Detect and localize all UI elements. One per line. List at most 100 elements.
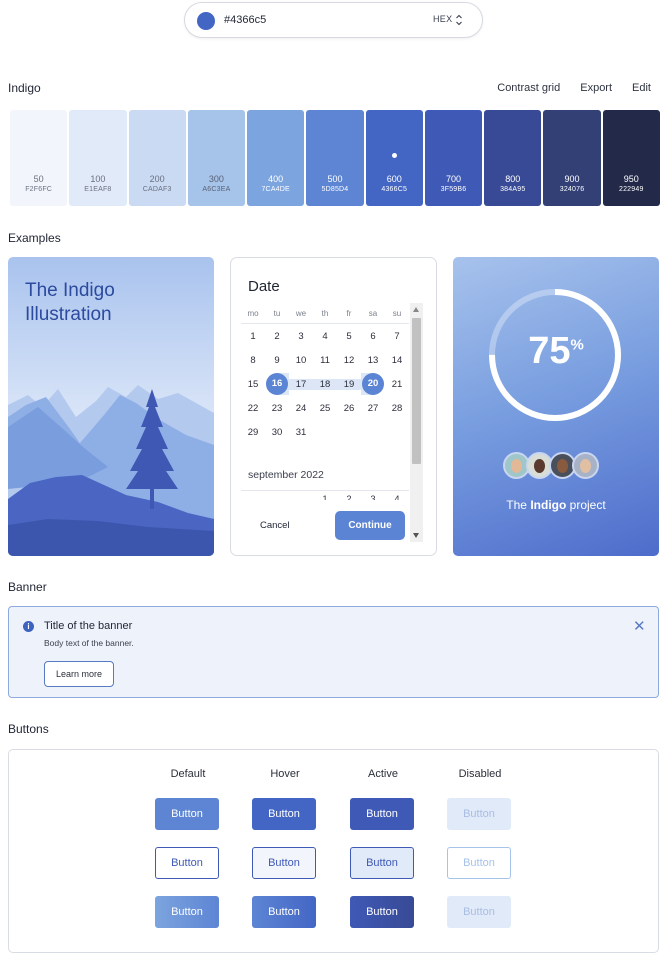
calendar-day[interactable]: 23 <box>265 403 289 414</box>
project-name: The Indigo project <box>453 498 659 512</box>
swatch-hex-code: 4366C5 <box>381 186 408 193</box>
calendar-day <box>241 494 265 500</box>
palette-swatch-600[interactable]: 600 4366C5 <box>365 110 423 206</box>
calendar-day[interactable]: 9 <box>265 355 289 366</box>
banner-body: Body text of the banner. <box>44 638 134 648</box>
calendar-day[interactable]: 15 <box>241 379 265 390</box>
palette-swatch-500[interactable]: 500 5D85D4 <box>306 110 364 206</box>
banner-title: Title of the banner <box>44 620 133 632</box>
palette-swatch-700[interactable]: 700 3F59B6 <box>424 110 483 206</box>
calendar-week-row: 1234567 <box>241 324 409 348</box>
calendar-day[interactable]: 3 <box>361 494 385 500</box>
contrast-grid-link[interactable]: Contrast grid <box>497 82 560 94</box>
illustration-title-line1: The Indigo <box>25 280 115 301</box>
chevron-up-down-icon[interactable] <box>455 13 463 27</box>
calendar-day[interactable]: 11 <box>313 355 337 366</box>
indigo-illustration: The Indigo Illustration <box>8 257 214 556</box>
scroll-up-arrow-icon[interactable] <box>413 307 419 312</box>
weekday-label: tu <box>273 308 281 318</box>
palette-title: Indigo <box>8 81 41 95</box>
range-end-day[interactable]: 20 <box>362 373 384 395</box>
hex-value-input[interactable]: #4366c5 <box>224 14 266 26</box>
palette-swatch-400[interactable]: 400 7CA4DE <box>247 110 305 206</box>
next-month-partial-row: 1234 <box>241 490 409 500</box>
calendar-day[interactable]: 27 <box>361 403 385 414</box>
palette-swatch-800[interactable]: 800 384A95 <box>484 110 542 206</box>
calendar-day[interactable]: 2 <box>265 331 289 342</box>
calendar-day <box>289 494 313 500</box>
calendar-day[interactable]: 8 <box>241 355 265 366</box>
gradient-button-hover[interactable]: Button <box>252 896 316 928</box>
calendar-scrollbar[interactable] <box>410 303 423 542</box>
palette-swatch-100[interactable]: 100 E1EAF8 <box>69 110 127 206</box>
scroll-down-arrow-icon[interactable] <box>413 533 419 538</box>
cancel-button[interactable]: Cancel <box>260 520 290 531</box>
column-label-default: Default <box>170 768 206 780</box>
swatch-shade-label: 300 <box>208 174 224 184</box>
calendar-day[interactable]: 29 <box>241 427 265 438</box>
calendar-week-row: 15 16 17 18 19 20 21 <box>241 372 409 396</box>
calendar-day[interactable]: 18 <box>313 378 337 390</box>
edit-link[interactable]: Edit <box>632 82 651 94</box>
filled-button-hover[interactable]: Button <box>252 798 316 830</box>
close-icon[interactable]: ✕ <box>633 619 646 634</box>
calendar-day[interactable]: 28 <box>385 403 409 414</box>
calendar-day[interactable]: 19 <box>337 378 361 390</box>
calendar-day[interactable]: 17 <box>289 378 313 390</box>
weekday-header: mo tu we th fr sa su <box>241 304 409 324</box>
calendar-day[interactable]: 20 <box>361 373 385 395</box>
calendar-day[interactable]: 4 <box>313 331 337 342</box>
calendar-day[interactable]: 4 <box>385 494 409 500</box>
filled-button-default[interactable]: Button <box>155 798 219 830</box>
palette-swatch-200[interactable]: 200 CADAF3 <box>128 110 186 206</box>
selected-indicator-dot <box>391 153 397 158</box>
calendar-day[interactable]: 10 <box>289 355 313 366</box>
gradient-button-default[interactable]: Button <box>155 896 219 928</box>
calendar-day[interactable]: 13 <box>361 355 385 366</box>
avatar[interactable] <box>572 452 599 479</box>
filled-button-active[interactable]: Button <box>350 798 414 830</box>
calendar-day[interactable]: 16 <box>265 373 289 395</box>
swatch-hex-code: 384A95 <box>500 186 526 193</box>
outline-button-active[interactable]: Button <box>350 847 414 879</box>
color-swatch[interactable] <box>197 12 215 30</box>
calendar-day[interactable]: 1 <box>241 331 265 342</box>
learn-more-button[interactable]: Learn more <box>44 661 114 687</box>
palette-swatch-300[interactable]: 300 A6C3EA <box>187 110 246 206</box>
date-picker-title: Date <box>248 278 280 295</box>
palette-swatch-900[interactable]: 900 324076 <box>543 110 601 206</box>
gradient-button-active[interactable]: Button <box>350 896 414 928</box>
progress-percent-sign: % <box>570 336 584 354</box>
swatch-hex-code: F2F6FC <box>25 186 53 193</box>
scrollbar-thumb[interactable] <box>412 318 421 464</box>
range-start-day[interactable]: 16 <box>266 373 288 395</box>
calendar-day[interactable]: 30 <box>265 427 289 438</box>
weekday-label: we <box>295 308 307 318</box>
swatch-hex-code: 3F59B6 <box>440 186 467 193</box>
swatch-shade-label: 700 <box>445 174 461 184</box>
color-mode-select[interactable]: HEX <box>433 14 452 24</box>
palette-swatch-50[interactable]: 50 F2F6FC <box>10 110 68 206</box>
calendar-day[interactable]: 14 <box>385 355 409 366</box>
calendar-day[interactable]: 7 <box>385 331 409 342</box>
palette-swatch-950[interactable]: 950 222949 <box>602 110 660 206</box>
column-label-disabled: Disabled <box>458 768 502 780</box>
calendar-day[interactable]: 24 <box>289 403 313 414</box>
export-link[interactable]: Export <box>580 82 612 94</box>
outline-button-default[interactable]: Button <box>155 847 219 879</box>
calendar-day[interactable]: 25 <box>313 403 337 414</box>
calendar-day[interactable]: 6 <box>361 331 385 342</box>
calendar-day[interactable]: 31 <box>289 427 313 438</box>
color-picker[interactable]: #4366c5 HEX <box>184 2 483 38</box>
calendar-day[interactable]: 3 <box>289 331 313 342</box>
outline-button-hover[interactable]: Button <box>252 847 316 879</box>
calendar-day[interactable]: 5 <box>337 331 361 342</box>
calendar-day[interactable]: 22 <box>241 403 265 414</box>
calendar-day[interactable]: 26 <box>337 403 361 414</box>
continue-button[interactable]: Continue <box>335 511 405 540</box>
calendar-day[interactable]: 21 <box>385 379 409 390</box>
calendar-day[interactable]: 12 <box>337 355 361 366</box>
date-picker-card: Date mo tu we th fr sa su 1 2 3 4 5 6 7 8 9 10 11 12 13 14 15… <box>230 257 437 556</box>
calendar-day[interactable]: 1 <box>313 494 337 500</box>
calendar-day[interactable]: 2 <box>337 494 361 500</box>
